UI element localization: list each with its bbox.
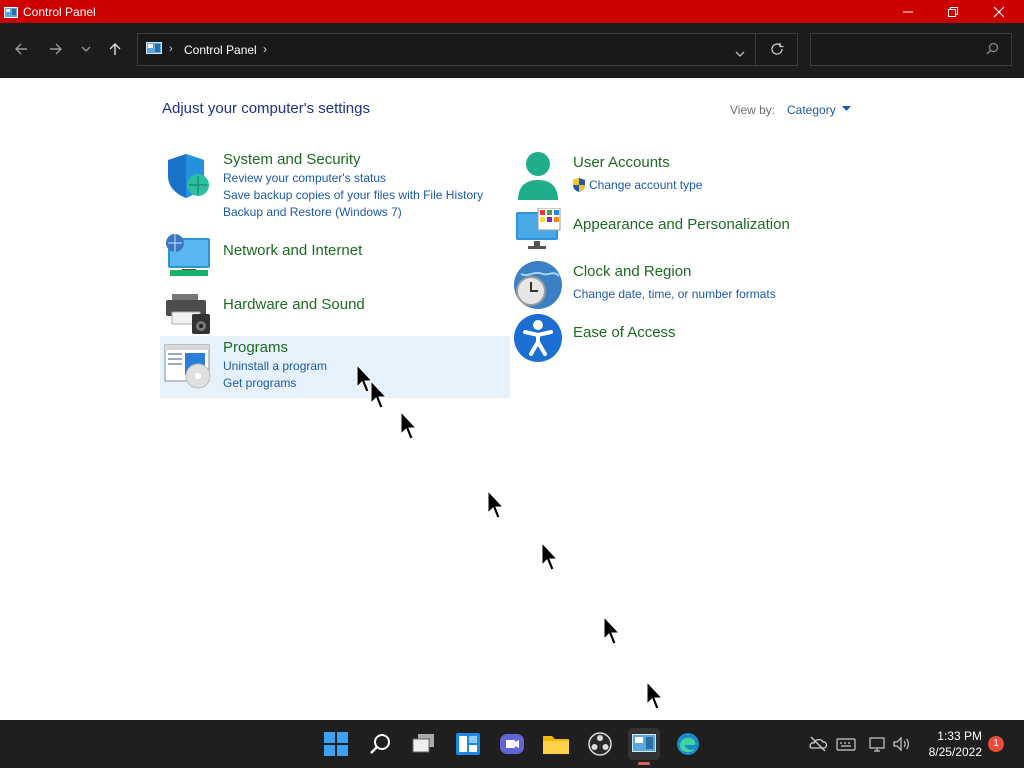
shield-icon[interactable] xyxy=(164,152,212,205)
widgets-icon[interactable] xyxy=(452,728,484,760)
link-change-account-type[interactable]: Change account type xyxy=(589,178,702,192)
category-appearance-and-personalization[interactable]: Appearance and Personalization xyxy=(573,216,790,233)
control-panel-content: Adjust your computer's settings View by:… xyxy=(0,78,1024,720)
user-icon[interactable] xyxy=(514,150,562,205)
view-by-label: View by: xyxy=(730,103,776,117)
category-programs[interactable]: Programs xyxy=(223,339,288,356)
onedrive-offline-icon[interactable] xyxy=(808,734,828,754)
uac-shield-icon xyxy=(572,178,586,197)
edge-icon[interactable] xyxy=(672,728,704,760)
search-icon[interactable] xyxy=(986,42,999,60)
search-box[interactable] xyxy=(810,33,1012,66)
clock-globe-icon[interactable] xyxy=(513,260,563,315)
windows-start-icon[interactable] xyxy=(320,728,352,760)
taskbar: 1:33 PM 8/25/2022 1 xyxy=(0,720,1024,768)
control-panel-app-icon xyxy=(4,6,18,18)
link-change-date-time-formats[interactable]: Change date, time, or number formats xyxy=(573,287,776,301)
link-get-programs[interactable]: Get programs xyxy=(223,376,296,390)
mouse-cursor-icon xyxy=(400,411,418,440)
view-by-value: Category xyxy=(787,103,836,117)
recent-locations-button[interactable] xyxy=(72,36,100,62)
category-hardware-and-sound[interactable]: Hardware and Sound xyxy=(223,296,365,313)
obs-icon[interactable] xyxy=(584,728,616,760)
view-by-dropdown[interactable]: Category xyxy=(787,103,852,117)
divider xyxy=(755,34,756,65)
navigation-bar: › Control Panel › xyxy=(0,23,1024,78)
active-app-indicator xyxy=(638,762,650,765)
window-title: Control Panel xyxy=(23,4,96,19)
category-clock-and-region[interactable]: Clock and Region xyxy=(573,263,691,280)
programs-disc-icon[interactable] xyxy=(164,342,212,395)
forward-arrow-icon xyxy=(50,43,62,55)
address-field[interactable]: › Control Panel › xyxy=(137,33,798,66)
chevron-down-icon xyxy=(735,51,745,57)
breadcrumb-separator-icon: › xyxy=(169,43,173,55)
minimize-icon xyxy=(903,11,913,12)
page-heading: Adjust your computer's settings xyxy=(162,100,370,117)
maximize-icon xyxy=(948,6,958,17)
network-icon[interactable] xyxy=(868,734,888,754)
refresh-icon xyxy=(771,43,784,55)
close-button[interactable] xyxy=(976,0,1022,23)
teams-chat-icon[interactable] xyxy=(496,728,528,760)
close-icon xyxy=(993,6,1005,17)
up-arrow-icon xyxy=(109,43,121,55)
caret-down-icon xyxy=(842,106,852,111)
link-backup-restore[interactable]: Backup and Restore (Windows 7) xyxy=(223,205,402,219)
chevron-down-icon xyxy=(81,46,91,52)
search-icon[interactable] xyxy=(364,728,396,760)
clock-date: 8/25/2022 xyxy=(928,745,982,759)
mouse-cursor-icon xyxy=(370,380,388,409)
title-bar: Control Panel xyxy=(0,0,1024,23)
breadcrumb-expand-icon[interactable]: › xyxy=(263,42,267,56)
control-panel-location-icon xyxy=(146,42,162,61)
mouse-cursor-icon xyxy=(487,490,505,519)
keyboard-icon[interactable] xyxy=(836,734,856,754)
category-network-and-internet[interactable]: Network and Internet xyxy=(223,242,362,259)
clock-time: 1:33 PM xyxy=(937,729,982,743)
link-file-history[interactable]: Save backup copies of your files with Fi… xyxy=(223,188,483,202)
maximize-button[interactable] xyxy=(930,0,976,23)
link-review-computer-status[interactable]: Review your computer's status xyxy=(223,171,386,185)
mouse-cursor-icon xyxy=(541,542,559,571)
category-user-accounts[interactable]: User Accounts xyxy=(573,154,670,171)
refresh-button[interactable] xyxy=(770,42,784,61)
back-arrow-icon xyxy=(15,43,27,55)
task-view-icon[interactable] xyxy=(408,728,440,760)
link-uninstall-program[interactable]: Uninstall a program xyxy=(223,359,327,373)
forward-button[interactable] xyxy=(42,36,70,62)
search-input[interactable] xyxy=(817,40,977,60)
network-globe-icon[interactable] xyxy=(164,232,212,285)
volume-icon[interactable] xyxy=(892,734,912,754)
address-dropdown-button[interactable] xyxy=(735,45,745,63)
minimize-button[interactable] xyxy=(885,0,931,23)
mouse-cursor-icon xyxy=(603,616,621,645)
notification-badge[interactable]: 1 xyxy=(988,736,1004,752)
up-button[interactable] xyxy=(101,36,129,62)
back-button[interactable] xyxy=(7,36,35,62)
category-system-and-security[interactable]: System and Security xyxy=(223,151,361,168)
control-panel-icon[interactable] xyxy=(628,728,660,765)
category-ease-of-access[interactable]: Ease of Access xyxy=(573,324,676,341)
file-explorer-icon[interactable] xyxy=(540,728,572,760)
taskbar-clock[interactable]: 1:33 PM 8/25/2022 xyxy=(918,728,982,760)
printer-speaker-icon[interactable] xyxy=(164,288,212,341)
programs-hover-highlight xyxy=(160,336,510,398)
breadcrumb-control-panel[interactable]: Control Panel xyxy=(184,43,257,57)
monitor-palette-icon[interactable] xyxy=(514,207,562,255)
mouse-cursor-icon xyxy=(646,681,664,710)
accessibility-icon[interactable] xyxy=(514,314,562,367)
